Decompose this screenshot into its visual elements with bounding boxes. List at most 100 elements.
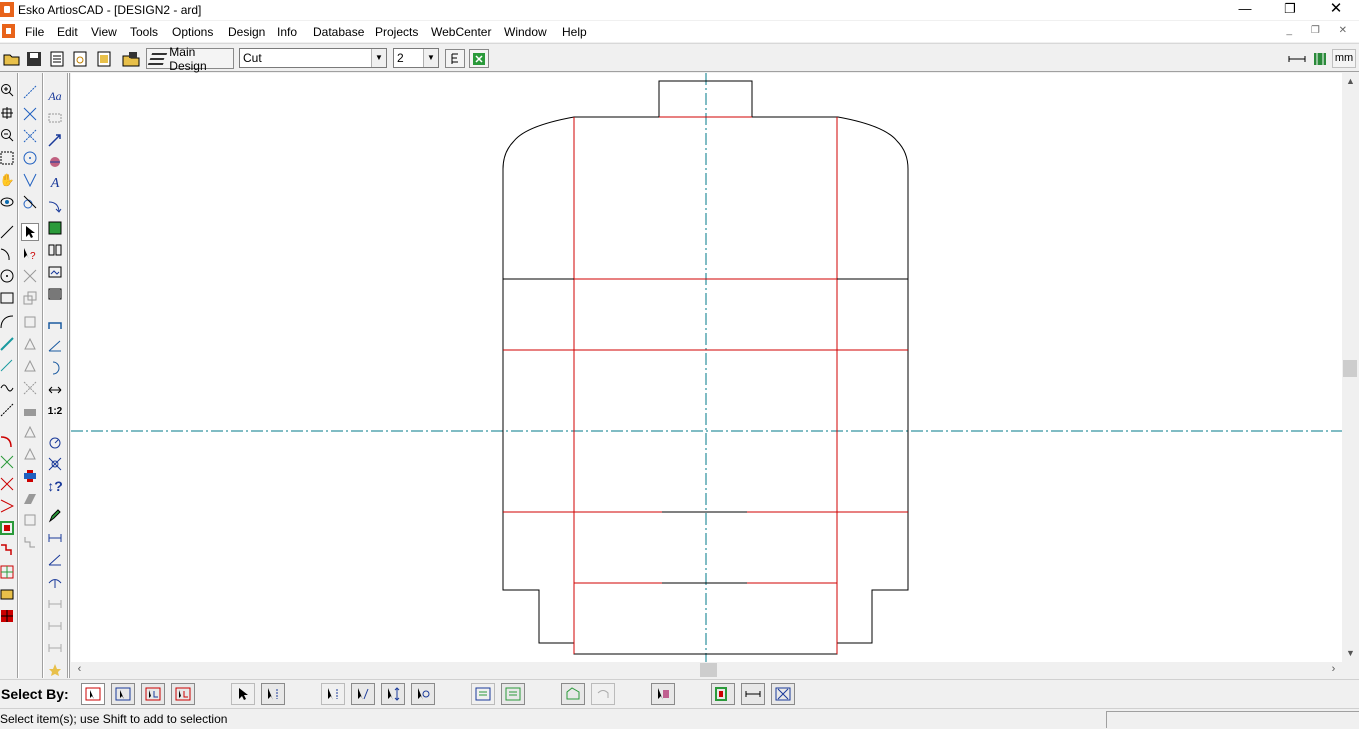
inquire-icon[interactable]: ↕?	[46, 477, 64, 495]
star-tool-icon[interactable]	[46, 661, 64, 679]
interactive-icon[interactable]	[469, 49, 489, 68]
extend-tool-icon[interactable]	[0, 475, 16, 493]
circle-tool-icon[interactable]	[0, 267, 16, 285]
perf-tool-icon[interactable]	[0, 401, 16, 419]
scroll-right-icon[interactable]: ›	[1325, 662, 1342, 678]
ruler-icon[interactable]	[1287, 49, 1307, 68]
select-line-crossing-icon[interactable]	[171, 683, 195, 705]
angle-measure-icon[interactable]	[46, 551, 64, 569]
fill-tool-icon[interactable]	[46, 219, 64, 237]
select-shape-icon[interactable]	[561, 683, 585, 705]
select-group-icon[interactable]	[711, 683, 735, 705]
snap-angle-icon[interactable]	[21, 171, 39, 189]
image-tool-icon[interactable]	[46, 263, 64, 281]
select-chain-icon[interactable]	[261, 683, 285, 705]
fillet-tool-icon[interactable]	[0, 431, 16, 449]
chevron-down-icon[interactable]: ▼	[423, 49, 438, 67]
disabled-dimension-icon[interactable]	[46, 595, 64, 613]
pen-icon[interactable]	[46, 507, 64, 525]
leader-arrow-icon[interactable]	[46, 131, 64, 149]
snap-tangent-icon[interactable]	[21, 193, 39, 211]
arc-tool-icon[interactable]	[0, 245, 16, 263]
measure-icon[interactable]	[46, 455, 64, 473]
rotate-icon[interactable]	[21, 335, 39, 353]
select-all-layers-icon[interactable]	[501, 683, 525, 705]
vertical-scrollbar[interactable]: ▲ ▼	[1342, 73, 1359, 662]
menu-edit[interactable]: Edit	[57, 25, 78, 39]
step-tool-icon[interactable]	[0, 541, 16, 559]
close-button[interactable]: ✕	[1313, 0, 1359, 20]
layers-stack-icon[interactable]	[21, 289, 39, 307]
mirror-icon[interactable]	[21, 357, 39, 375]
snap-line-icon[interactable]	[21, 83, 39, 101]
menu-webcenter[interactable]: WebCenter	[431, 25, 491, 39]
document-icon[interactable]	[2, 24, 15, 38]
warp-icon[interactable]	[21, 445, 39, 463]
zoom-in-icon[interactable]	[0, 81, 16, 99]
dimension-tool-icon[interactable]	[46, 315, 64, 333]
radius-dimension-icon[interactable]	[46, 359, 64, 377]
font-icon[interactable]: A	[46, 175, 64, 193]
move-icon[interactable]	[21, 313, 39, 331]
menu-database[interactable]: Database	[313, 25, 364, 39]
undo-selection-icon[interactable]	[591, 683, 615, 705]
snap-center-icon[interactable]	[21, 149, 39, 167]
select-arrow-icon[interactable]	[231, 683, 255, 705]
bezier-tool-icon[interactable]	[0, 313, 16, 331]
curve-arrow-icon[interactable]	[46, 197, 64, 215]
select-vertical-icon[interactable]	[381, 683, 405, 705]
cross-tool-icon[interactable]	[21, 467, 39, 485]
snap-cross-icon[interactable]	[21, 127, 39, 145]
vertical-scroll-thumb[interactable]	[1343, 360, 1357, 377]
line-type-select[interactable]: Cut ▼	[239, 48, 387, 68]
select-arrow-icon[interactable]	[21, 223, 39, 241]
text-box-icon[interactable]	[46, 109, 64, 127]
select-dimension-icon[interactable]	[741, 683, 765, 705]
scroll-left-icon[interactable]: ‹	[71, 662, 88, 678]
corner-icon[interactable]	[21, 511, 39, 529]
menu-design[interactable]: Design	[228, 25, 265, 39]
main-design-button[interactable]: Main Design	[146, 45, 234, 73]
esko-app-icon[interactable]	[0, 2, 14, 17]
pan-hand-icon[interactable]: ✋	[0, 171, 16, 189]
database-icon[interactable]	[121, 49, 141, 68]
build-tool-icon[interactable]	[0, 607, 16, 625]
menu-options[interactable]: Options	[172, 25, 213, 39]
output-icon[interactable]	[94, 49, 114, 68]
minimize-button[interactable]: —	[1222, 0, 1268, 20]
chevron-down-icon[interactable]: ▼	[371, 49, 386, 67]
barcode-icon[interactable]	[46, 285, 64, 303]
select-graphic-icon[interactable]	[651, 683, 675, 705]
zoom-window-icon[interactable]	[0, 104, 16, 122]
select-cross-icon[interactable]	[771, 683, 795, 705]
offset-tool-icon[interactable]	[0, 357, 16, 375]
disabled-dimension-icon[interactable]	[46, 639, 64, 657]
save-icon[interactable]	[24, 49, 44, 68]
bevel-icon[interactable]	[21, 489, 39, 507]
stair-icon[interactable]	[21, 533, 39, 551]
text-tool-icon[interactable]: Aa	[46, 87, 64, 105]
sheet-tool-icon[interactable]	[0, 585, 16, 603]
tangent-measure-icon[interactable]	[46, 573, 64, 591]
disconnect-icon[interactable]	[21, 267, 39, 285]
select-line-icon[interactable]	[141, 683, 165, 705]
menu-file[interactable]: File	[25, 25, 44, 39]
scale-icon[interactable]	[21, 379, 39, 397]
scroll-down-icon[interactable]: ▼	[1342, 645, 1359, 662]
mdi-window-controls[interactable]: _ ❐ ✕	[1287, 25, 1355, 36]
select-rotate-icon[interactable]	[411, 683, 435, 705]
menu-info[interactable]: Info	[277, 25, 297, 39]
snap-intersection-icon[interactable]	[21, 105, 39, 123]
map-icon[interactable]	[1310, 49, 1330, 68]
view-eye-icon[interactable]	[0, 193, 16, 211]
design-drawing[interactable]	[71, 73, 1342, 662]
zoom-fit-icon[interactable]	[0, 149, 16, 167]
line-tool-icon[interactable]	[0, 223, 16, 241]
scroll-up-icon[interactable]: ▲	[1342, 73, 1359, 90]
menu-view[interactable]: View	[91, 25, 117, 39]
pointage-select[interactable]: 2 ▼	[393, 48, 439, 68]
crease-tool-icon[interactable]	[0, 335, 16, 353]
print-preview-icon[interactable]	[70, 49, 90, 68]
select-layer-icon[interactable]	[471, 683, 495, 705]
group-tool-icon[interactable]	[0, 519, 16, 537]
